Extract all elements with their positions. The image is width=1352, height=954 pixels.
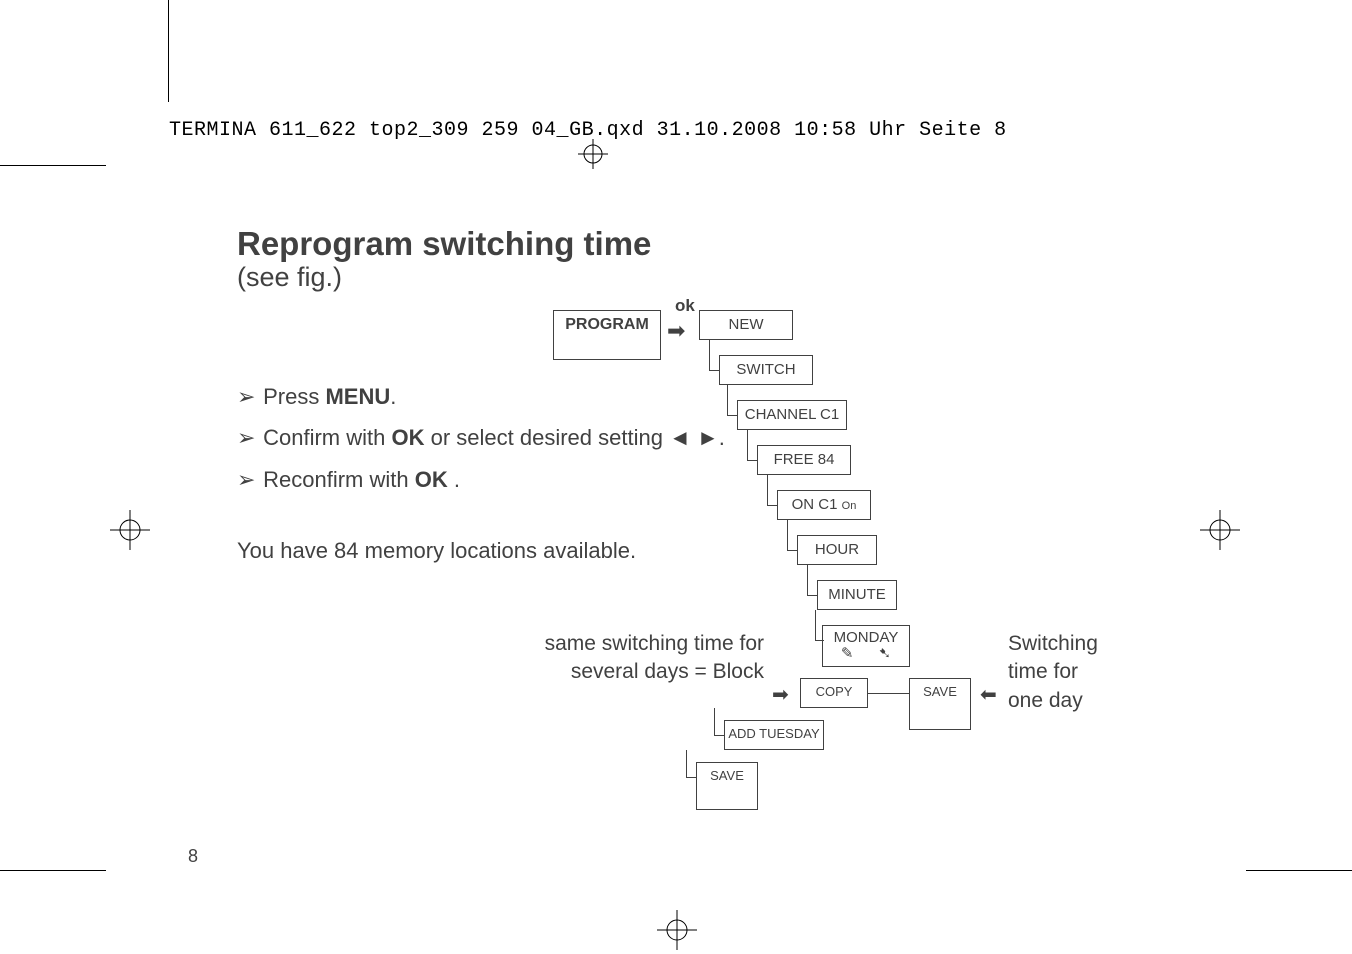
box-minute: MINUTE	[817, 580, 897, 610]
box-save-right: SAVE	[909, 678, 971, 730]
connector-line	[815, 610, 824, 641]
connector-line	[767, 475, 778, 506]
connector-line	[727, 385, 738, 416]
box-new: NEW	[699, 310, 793, 340]
crop-mark	[0, 870, 106, 871]
registration-mark-right	[1200, 510, 1240, 550]
box-save-left: SAVE	[696, 762, 758, 810]
instruction-text: or select desired setting ◄ ►.	[424, 425, 724, 450]
ok-label: ok	[675, 296, 695, 316]
arrow-right-icon: ➡	[667, 318, 685, 344]
box-copy: COPY	[800, 678, 868, 708]
crop-mark	[0, 165, 106, 166]
bullet-icon: ➢	[237, 378, 257, 415]
ok-bold: OK	[391, 425, 424, 450]
instruction-text: .	[390, 384, 396, 409]
box-channel: CHANNEL C1	[737, 400, 847, 430]
page-subtitle: (see fig.)	[237, 262, 342, 293]
bullet-icon: ➢	[237, 419, 257, 456]
label-block-line1: same switching time for	[545, 632, 764, 655]
registration-mark-header	[578, 139, 608, 174]
box-program: PROGRAM	[553, 310, 661, 360]
bullet-icon: ➢	[237, 461, 257, 498]
ok-bold: OK	[415, 467, 448, 492]
crop-mark	[168, 0, 169, 102]
label-oneday-line1: Switching	[1008, 632, 1098, 655]
crop-mark	[1246, 870, 1352, 871]
connector-line	[714, 708, 725, 736]
instruction-text: Press	[263, 384, 325, 409]
instruction-text: Reconfirm with	[263, 467, 415, 492]
connector-line	[868, 693, 909, 694]
instruction-list: ➢ Press MENU. ➢ Confirm with OK or selec…	[237, 378, 725, 502]
connector-line	[747, 430, 758, 461]
instruction-text: Confirm with	[263, 425, 391, 450]
box-hour: HOUR	[797, 535, 877, 565]
label-oneday-line3: one day	[1008, 689, 1083, 712]
page-title: Reprogram switching time	[237, 225, 651, 263]
connector-line	[807, 565, 818, 596]
arrow-right-icon: ➡	[772, 682, 789, 707]
instruction-row: ➢ Press MENU.	[237, 378, 725, 415]
box-add-tuesday: ADD TUESDAY	[724, 720, 824, 750]
connector-line	[686, 750, 697, 778]
instruction-row: ➢ Confirm with OK or select desired sett…	[237, 419, 725, 456]
onc1-sub: On	[842, 500, 857, 512]
memory-info: You have 84 memory locations available.	[237, 538, 636, 564]
box-free: FREE 84	[757, 445, 851, 475]
registration-mark-bottom	[657, 910, 697, 950]
label-block-line2: several days = Block	[571, 660, 764, 683]
registration-mark-left	[110, 510, 150, 550]
label-block: same switching time for several days = B…	[504, 630, 764, 687]
box-onc1: ON C1 On	[777, 490, 871, 520]
box-switch: SWITCH	[719, 355, 813, 385]
monday-arrows-icon: ✎ ➷	[823, 644, 909, 662]
instruction-text: .	[448, 467, 460, 492]
connector-line	[709, 340, 720, 371]
connector-line	[787, 520, 798, 551]
onc1-label: ON C1	[792, 496, 838, 513]
arrow-left-icon: ⬅	[980, 682, 997, 707]
box-monday: MONDAY ✎ ➷	[822, 625, 910, 667]
menu-bold: MENU	[325, 384, 390, 409]
instruction-row: ➢ Reconfirm with OK .	[237, 461, 725, 498]
label-oneday: Switching time for one day	[1008, 630, 1098, 715]
label-oneday-line2: time for	[1008, 660, 1078, 683]
page-number: 8	[188, 846, 198, 867]
